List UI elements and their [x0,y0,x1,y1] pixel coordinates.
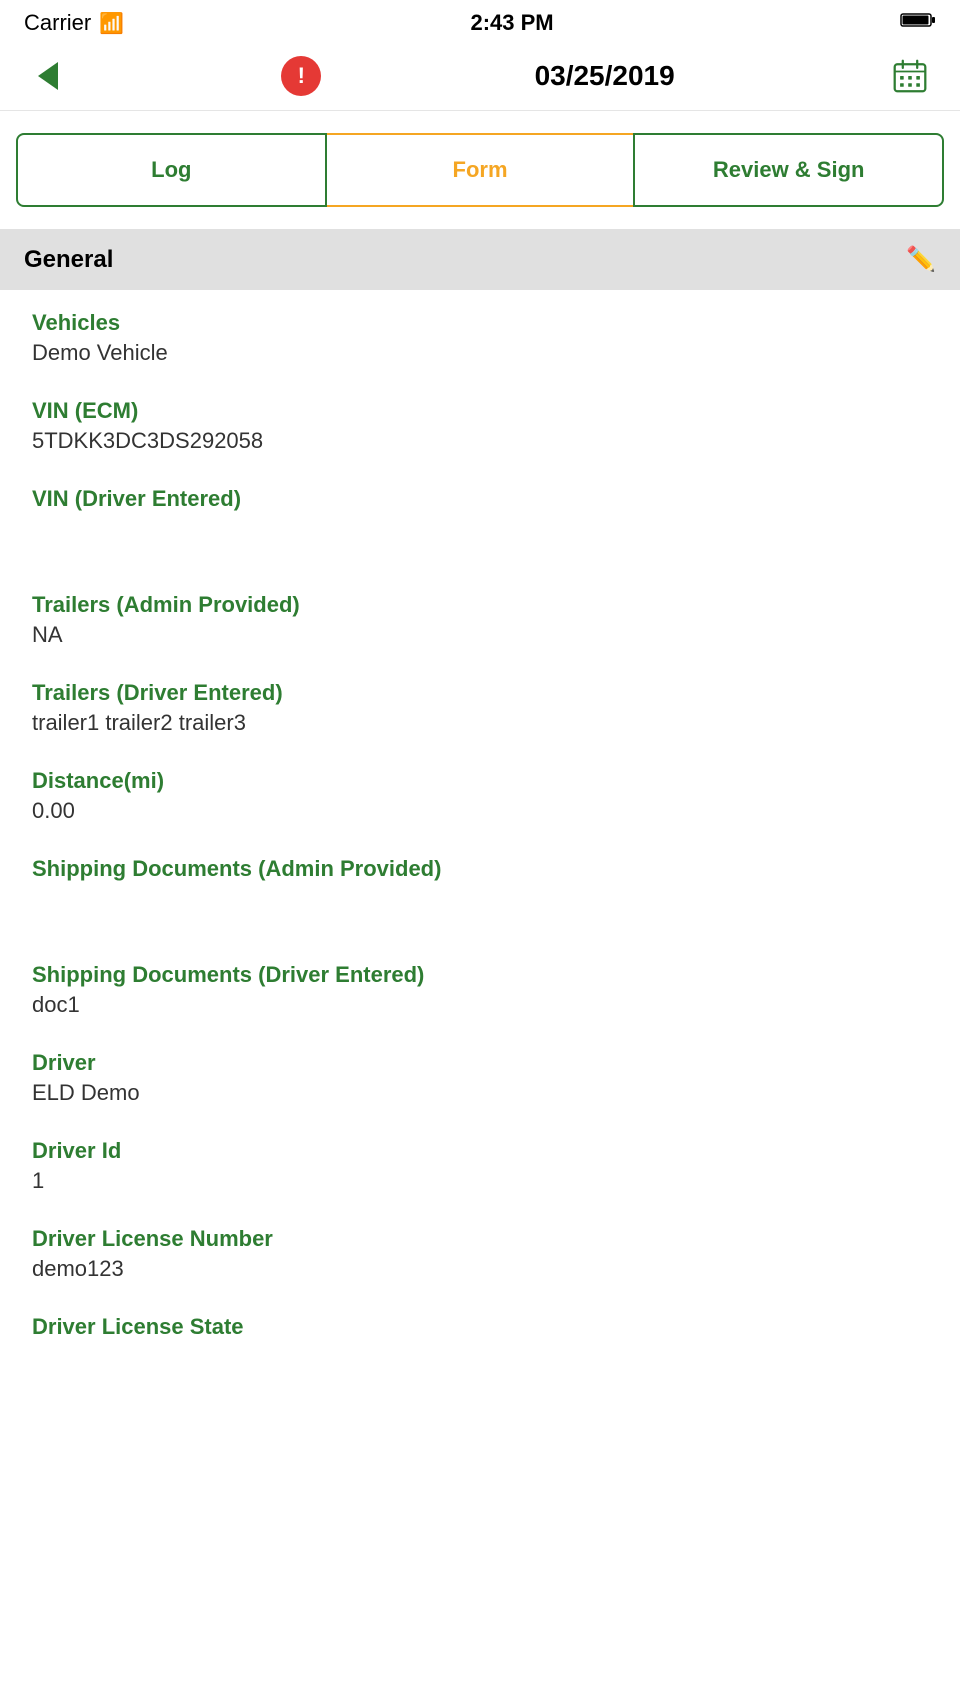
field-vehicles: Vehicles Demo Vehicle [32,290,928,378]
field-driver-license-state: Driver License State [32,1294,928,1382]
value-trailers-driver: trailer1 trailer2 trailer3 [32,710,928,736]
general-content: Vehicles Demo Vehicle VIN (ECM) 5TDKK3DC… [0,290,960,1382]
value-driver: ELD Demo [32,1080,928,1106]
back-button[interactable] [28,56,68,96]
value-vin-ecm: 5TDKK3DC3DS292058 [32,428,928,454]
alert-icon: ! [298,63,305,89]
status-time: 2:43 PM [470,10,553,36]
edit-icon[interactable]: ✏️ [906,245,936,274]
value-trailers-admin: NA [32,622,928,648]
field-vin-driver: VIN (Driver Entered) [32,466,928,554]
value-driver-id: 1 [32,1168,928,1194]
wifi-icon: 📶 [99,11,124,36]
tab-bar: Log Form Review & Sign [16,133,944,207]
label-trailers-admin: Trailers (Admin Provided) [32,592,928,618]
general-title: General [24,246,113,274]
field-shipping-driver: Shipping Documents (Driver Entered) doc1 [32,942,928,1030]
alert-button[interactable]: ! [281,56,321,96]
value-shipping-driver: doc1 [32,992,928,1018]
back-arrow-icon [38,62,58,90]
label-driver-id: Driver Id [32,1138,928,1164]
value-distance: 0.00 [32,798,928,824]
label-vehicles: Vehicles [32,310,928,336]
label-driver-license-number: Driver License Number [32,1226,928,1252]
field-driver-license-number: Driver License Number demo123 [32,1206,928,1294]
label-driver: Driver [32,1050,928,1076]
field-distance: Distance(mi) 0.00 [32,748,928,836]
value-vehicles: Demo Vehicle [32,340,928,366]
tab-form[interactable]: Form [327,133,634,207]
label-shipping-admin: Shipping Documents (Admin Provided) [32,856,928,882]
general-section-header: General ✏️ [0,229,960,290]
carrier-label: Carrier 📶 [24,10,124,36]
field-driver: Driver ELD Demo [32,1030,928,1118]
label-driver-license-state: Driver License State [32,1314,928,1340]
field-trailers-driver: Trailers (Driver Entered) trailer1 trail… [32,660,928,748]
value-vin-driver [32,516,928,542]
label-vin-ecm: VIN (ECM) [32,398,928,424]
tab-review-sign[interactable]: Review & Sign [633,133,944,207]
value-shipping-admin [32,886,928,912]
nav-date: 03/25/2019 [535,60,675,92]
field-vin-ecm: VIN (ECM) 5TDKK3DC3DS292058 [32,378,928,466]
status-bar: Carrier 📶 2:43 PM [0,0,960,42]
field-trailers-admin: Trailers (Admin Provided) NA [32,572,928,660]
field-shipping-admin: Shipping Documents (Admin Provided) [32,836,928,924]
battery-icon [900,11,936,35]
tab-log[interactable]: Log [16,133,327,207]
value-driver-license-state [32,1344,928,1370]
field-driver-id: Driver Id 1 [32,1118,928,1206]
label-shipping-driver: Shipping Documents (Driver Entered) [32,962,928,988]
nav-bar: ! 03/25/2019 [0,42,960,111]
calendar-button[interactable] [888,54,932,98]
value-driver-license-number: demo123 [32,1256,928,1282]
label-vin-driver: VIN (Driver Entered) [32,486,928,512]
label-distance: Distance(mi) [32,768,928,794]
carrier-text: Carrier [24,10,91,36]
label-trailers-driver: Trailers (Driver Entered) [32,680,928,706]
